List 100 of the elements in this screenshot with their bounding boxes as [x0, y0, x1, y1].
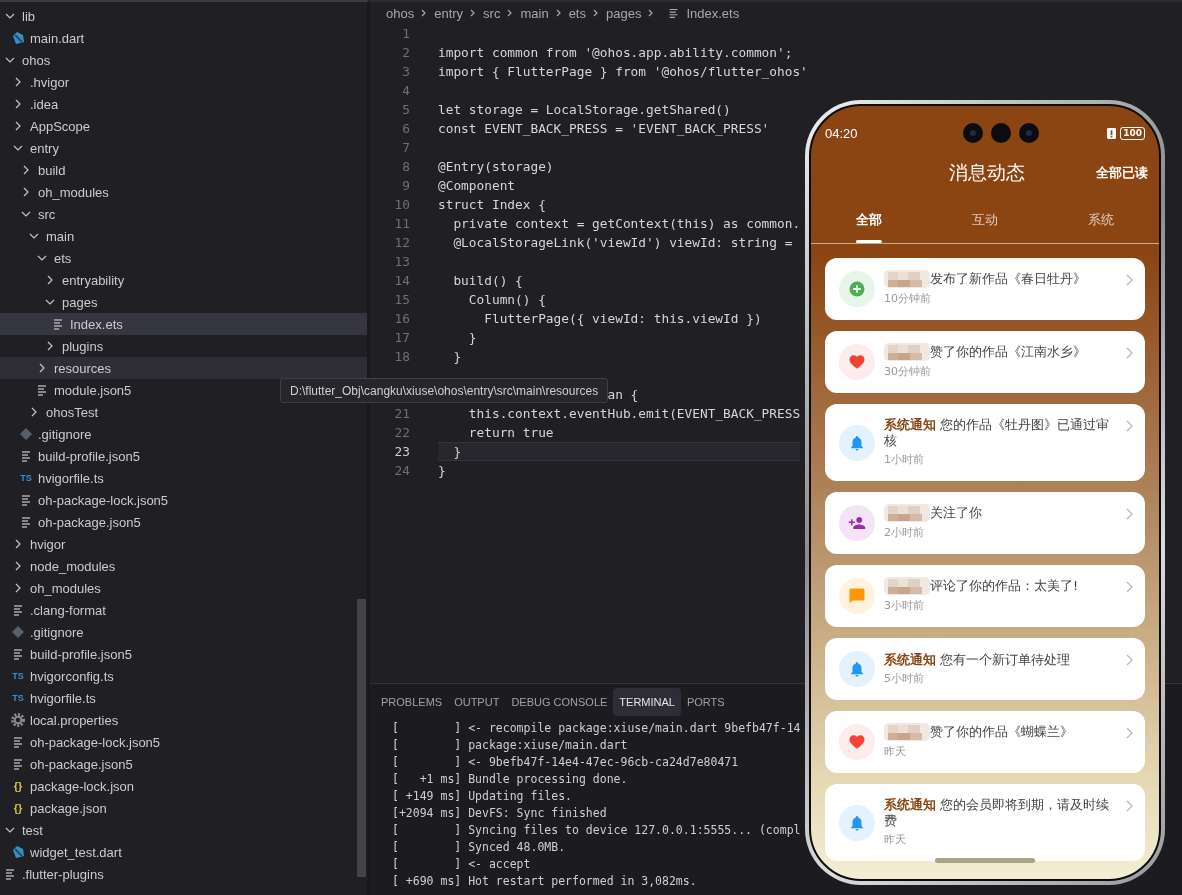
file-type-label: {} — [12, 780, 24, 792]
notification-card[interactable]: 系统通知 您的作品《牡丹图》已通过审核 1小时前 — [825, 404, 1145, 481]
line-number: 17 — [393, 329, 410, 347]
battery-indicator: 100 — [1120, 126, 1145, 140]
file-tree-item[interactable]: node_modules — [0, 555, 367, 577]
file-tree-item[interactable]: widget_test.dart — [0, 841, 367, 863]
file-tree-item[interactable]: oh-package.json5 — [0, 753, 367, 775]
line-number: 12 — [393, 234, 410, 252]
file-tree-item[interactable]: resources — [0, 357, 367, 379]
gear-icon — [10, 712, 26, 728]
blurred-name — [884, 577, 930, 595]
code-line: import common from '@ohos.app.ability.common'; — [438, 44, 793, 62]
file-tree-item[interactable]: oh_modules — [0, 577, 367, 599]
file-tree-item[interactable]: build-profile.json5 — [0, 643, 367, 665]
file-tree-item[interactable]: entry — [0, 137, 367, 159]
code-line: struct Index { — [438, 196, 546, 214]
file-tree-item[interactable]: .idea — [0, 93, 367, 115]
file-tree-item[interactable]: main — [0, 225, 367, 247]
notification-card[interactable]: 发布了新作品《春日牡丹》 10分钟前 — [825, 258, 1145, 320]
file-tree-item[interactable]: AppScope — [0, 115, 367, 137]
file-tree-item[interactable]: pages — [0, 291, 367, 313]
breadcrumb-item[interactable]: ets — [568, 5, 586, 21]
breadcrumb-item[interactable]: pages — [606, 5, 642, 21]
code-line: const EVENT_BACK_PRESS = 'EVENT_BACK_PRESS' — [438, 120, 770, 138]
breadcrumb-item[interactable]: src — [483, 5, 501, 21]
file-tree-item[interactable]: entryability — [0, 269, 367, 291]
tab[interactable]: 互动 — [927, 196, 1043, 243]
file-tree-item[interactable]: oh_modules — [0, 181, 367, 203]
chevron-icon — [1124, 726, 1134, 740]
line-number: 24 — [393, 462, 410, 480]
file-tree-item[interactable]: src — [0, 203, 367, 225]
file-tree-item[interactable]: test — [0, 819, 367, 841]
chevron-icon — [1124, 653, 1134, 667]
line-number: 4 — [401, 82, 410, 100]
file-type-label: TS — [11, 671, 25, 681]
file-tree-item[interactable]: .gitignore — [0, 423, 367, 445]
chevron-icon — [1124, 580, 1134, 594]
panel-tab[interactable]: PROBLEMS — [375, 688, 449, 716]
file-tree-item[interactable]: oh-package-lock.json5 — [0, 489, 367, 511]
chevron-icon — [1124, 346, 1134, 360]
notification-time: 3小时前 — [884, 598, 925, 614]
panel-tab[interactable]: DEBUG CONSOLE — [505, 688, 614, 716]
blurred-name — [884, 723, 930, 741]
notification-time: 10分钟前 — [884, 291, 932, 307]
line-number: 14 — [393, 272, 410, 290]
code-line: return true — [467, 424, 554, 442]
terminal-line: [ ] <- accept — [392, 856, 531, 873]
file-tree-item[interactable]: {} package.json — [0, 797, 367, 819]
file-tree-item[interactable]: plugins — [0, 335, 367, 357]
file-tree-item[interactable]: .gitignore — [0, 621, 367, 643]
file-tree-item[interactable]: local.properties — [0, 709, 367, 731]
file-tree-item[interactable]: hvigor — [0, 533, 367, 555]
breadcrumb-item[interactable]: ohos — [386, 5, 415, 21]
file-tree-item[interactable]: Index.ets — [0, 313, 367, 335]
notification-text: 系统通知 您的作品《牡丹图》已通过审核 — [884, 417, 1110, 449]
tab[interactable]: 系统 — [1043, 196, 1159, 243]
file-tree-item[interactable]: ohosTest — [0, 401, 367, 423]
file-tree-item[interactable]: build — [0, 159, 367, 181]
file-tree-item[interactable]: oh-package.json5 — [0, 511, 367, 533]
file-tree-item[interactable]: main.dart — [0, 27, 367, 49]
mark-all-read-button[interactable]: 全部已读 — [1096, 164, 1148, 182]
breadcrumb-item[interactable]: Index.ets — [686, 5, 740, 21]
code-line: @Entry(storage) — [438, 158, 554, 176]
line-number: 3 — [401, 63, 410, 81]
line-number: 21 — [393, 405, 410, 423]
notification-card[interactable]: 赞了你的作品《江南水乡》 30分钟前 — [825, 331, 1145, 393]
file-tree-item[interactable]: TS hvigorconfig.ts — [0, 665, 367, 687]
breadcrumb-item[interactable]: main — [520, 5, 549, 21]
notification-card[interactable]: 系统通知 您有一个新订单待处理 5小时前 — [825, 638, 1145, 700]
notification-card[interactable]: 评论了你的作品：太美了! 3小时前 — [825, 565, 1145, 627]
code-line: FlutterPage({ viewId: this.viewId }) — [483, 310, 762, 328]
file-tree-item[interactable]: TS hvigorfile.ts — [0, 687, 367, 709]
scrollbar-thumb[interactable] — [357, 599, 366, 877]
line-number: 13 — [393, 253, 410, 271]
panel-tab[interactable]: OUTPUT — [448, 688, 506, 716]
tab[interactable]: 全部 — [811, 196, 927, 243]
panel-tab[interactable]: TERMINAL — [613, 688, 681, 716]
file-tree-item[interactable]: lib — [0, 5, 367, 27]
file-tree-item[interactable]: oh-package-lock.json5 — [0, 731, 367, 753]
file-tree-item[interactable]: .hvigor — [0, 71, 367, 93]
code-line: } — [467, 329, 477, 347]
file-tree-item[interactable]: ohos — [0, 49, 367, 71]
dart-file-icon — [10, 844, 26, 860]
file-tree-item[interactable]: .clang-format — [0, 599, 367, 621]
notification-card[interactable]: 关注了你 2小时前 — [825, 492, 1145, 554]
line-number: 8 — [401, 158, 410, 176]
breadcrumb-item[interactable]: entry — [434, 5, 464, 21]
file-tree-item[interactable]: {} package-lock.json — [0, 775, 367, 797]
file-tree-item[interactable]: TS hvigorfile.ts — [0, 467, 367, 489]
file-tree-item[interactable]: ets — [0, 247, 367, 269]
notification-time: 1小时前 — [884, 452, 925, 468]
path-tooltip: D:\flutter_Obj\cangku\xiuse\ohos\entry\src\main\resources — [280, 378, 609, 403]
notification-card[interactable]: 赞了你的作品《蝴蝶兰》 昨天 — [825, 711, 1145, 773]
terminal-line: [ ] package:xiuse/main.dart — [392, 737, 628, 754]
notification-card[interactable]: 系统通知 您的会员即将到期，请及时续费 昨天 — [825, 784, 1145, 861]
file-tree-item[interactable]: .flutter-plugins — [0, 863, 367, 885]
line-number: 18 — [393, 348, 410, 366]
terminal-line: [ ] Syncing files to device 127.0.0.1:5555... (compl — [392, 822, 801, 839]
file-tree-item[interactable]: build-profile.json5 — [0, 445, 367, 467]
panel-tab[interactable]: PORTS — [680, 688, 731, 716]
